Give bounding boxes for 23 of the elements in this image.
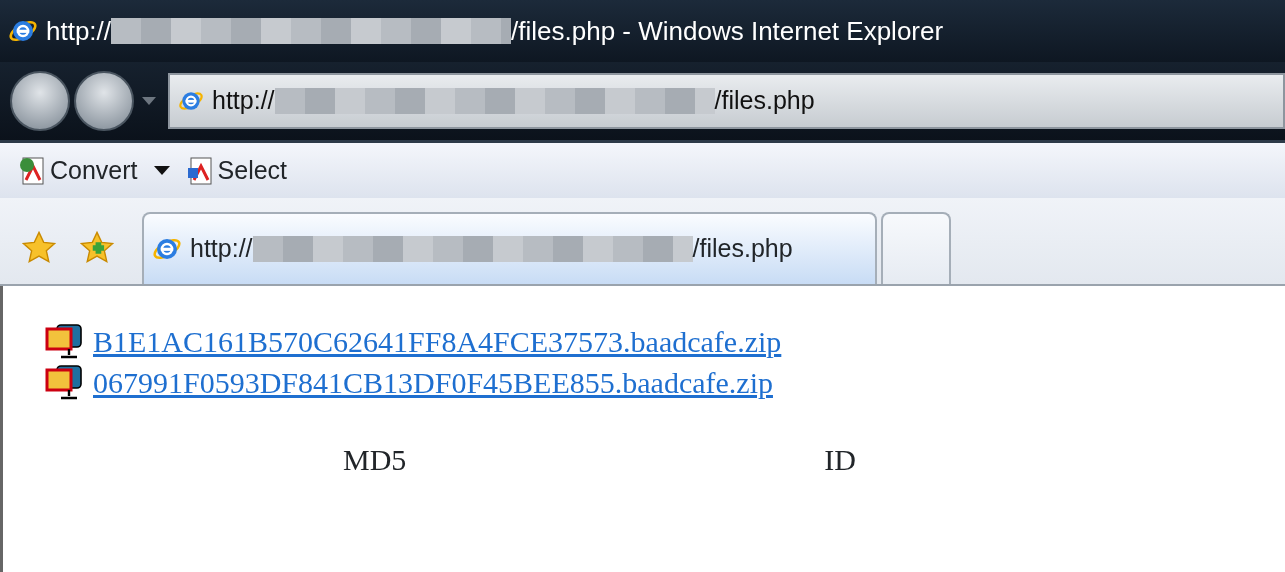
tab-title-prefix: http:// — [190, 233, 253, 265]
document-icon — [18, 155, 46, 186]
column-label: ID — [824, 442, 856, 478]
window-title-prefix: http:// — [46, 14, 112, 48]
add-star-icon[interactable] — [80, 231, 114, 265]
file-link[interactable]: B1E1AC161B570C62641FF8A4FCE37573.baadcafe.zip — [93, 322, 782, 363]
column-label: MD5 — [343, 442, 407, 478]
document-icon — [185, 155, 214, 186]
address-prefix: http:// — [212, 85, 275, 117]
back-button[interactable] — [10, 71, 70, 131]
command-button[interactable]: Convert — [18, 151, 138, 190]
tab-title-suffix: /files.php — [692, 233, 793, 265]
star-icon[interactable] — [22, 231, 56, 265]
caret-icon[interactable] — [153, 166, 170, 175]
browser-tab[interactable]: http:// /files.php — [142, 212, 877, 284]
command-button[interactable]: Select — [185, 151, 288, 190]
browser-tab[interactable] — [881, 212, 951, 284]
address-suffix: /files.php — [714, 85, 815, 117]
window-title-suffix: /files.php - Windows Internet Explorer — [511, 14, 944, 48]
file-link[interactable]: 067991F0593DF841CB13DF0F45BEE855.baadcafe.zip — [93, 362, 773, 403]
network-folder-icon — [45, 363, 85, 402]
address-field[interactable]: http:// /files.php — [168, 73, 1285, 129]
forward-button[interactable] — [74, 71, 134, 131]
